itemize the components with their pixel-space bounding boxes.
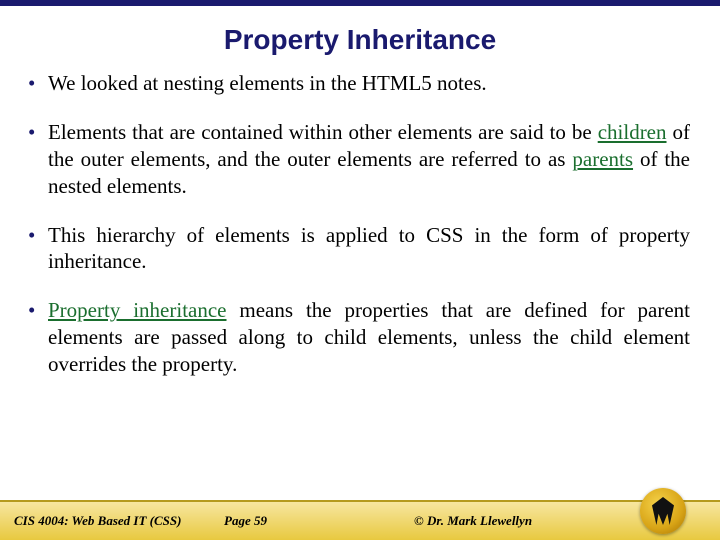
bullet-item: Elements that are contained within other… bbox=[48, 119, 690, 200]
slide: Property Inheritance We looked at nestin… bbox=[0, 0, 720, 540]
ucf-logo-icon bbox=[640, 488, 686, 534]
bullet-item: This hierarchy of elements is applied to… bbox=[48, 222, 690, 276]
bullet-item: We looked at nesting elements in the HTM… bbox=[48, 70, 690, 97]
keyword-property-inheritance: Property inheritance bbox=[48, 298, 227, 322]
bullet-text: We looked at nesting elements in the HTM… bbox=[48, 71, 487, 95]
slide-content: We looked at nesting elements in the HTM… bbox=[0, 70, 720, 500]
slide-footer: CIS 4004: Web Based IT (CSS) Page 59 © D… bbox=[0, 500, 720, 540]
bullet-item: Property inheritance means the propertie… bbox=[48, 297, 690, 378]
keyword-children: children bbox=[598, 120, 667, 144]
footer-course: CIS 4004: Web Based IT (CSS) bbox=[14, 513, 224, 529]
bullet-list: We looked at nesting elements in the HTM… bbox=[48, 70, 690, 378]
bullet-text: Elements that are contained within other… bbox=[48, 120, 598, 144]
footer-page: Page 59 bbox=[224, 513, 364, 529]
keyword-parents: parents bbox=[572, 147, 633, 171]
slide-title: Property Inheritance bbox=[0, 24, 720, 56]
bullet-text: This hierarchy of elements is applied to… bbox=[48, 223, 690, 274]
